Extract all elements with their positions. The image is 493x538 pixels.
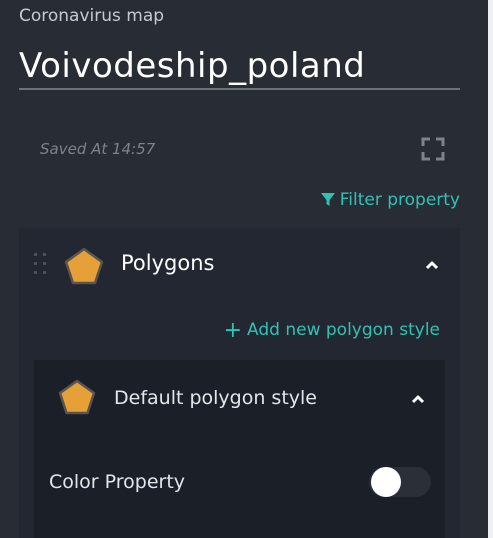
drag-handle-icon[interactable] bbox=[32, 252, 48, 276]
layer-title: Polygons bbox=[121, 251, 215, 275]
chevron-up-icon bbox=[411, 395, 425, 404]
filter-icon bbox=[320, 193, 335, 207]
color-property-toggle[interactable] bbox=[369, 467, 431, 497]
layer-collapse-button[interactable] bbox=[422, 255, 442, 275]
color-property-label: Color Property bbox=[49, 471, 186, 493]
style-title: Default polygon style bbox=[114, 387, 317, 409]
polygon-style-panel: Default polygon style Color Property bbox=[34, 360, 445, 538]
pentagon-icon bbox=[58, 379, 96, 415]
map-title-text: Voivodeship_poland bbox=[19, 46, 366, 86]
filter-property-button[interactable]: Filter property bbox=[320, 190, 460, 210]
add-polygon-style-label: Add new polygon style bbox=[247, 320, 440, 340]
map-title-field[interactable]: Voivodeship_poland bbox=[19, 42, 460, 90]
layer-panel: Polygons + Add new polygon style Default… bbox=[19, 228, 460, 538]
map-name: Coronavirus map bbox=[19, 6, 165, 26]
fullscreen-button[interactable] bbox=[421, 137, 445, 161]
style-collapse-button[interactable] bbox=[408, 389, 428, 409]
saved-status: Saved At 14:57 bbox=[40, 140, 156, 158]
toggle-knob bbox=[371, 467, 401, 497]
add-polygon-style-button[interactable]: + Add new polygon style bbox=[223, 317, 440, 343]
filter-property-label: Filter property bbox=[339, 190, 460, 210]
plus-icon: + bbox=[223, 317, 243, 343]
scrollbar[interactable] bbox=[488, 0, 493, 538]
expand-icon bbox=[421, 137, 445, 161]
pentagon-icon bbox=[64, 247, 104, 285]
chevron-up-icon bbox=[425, 261, 439, 270]
